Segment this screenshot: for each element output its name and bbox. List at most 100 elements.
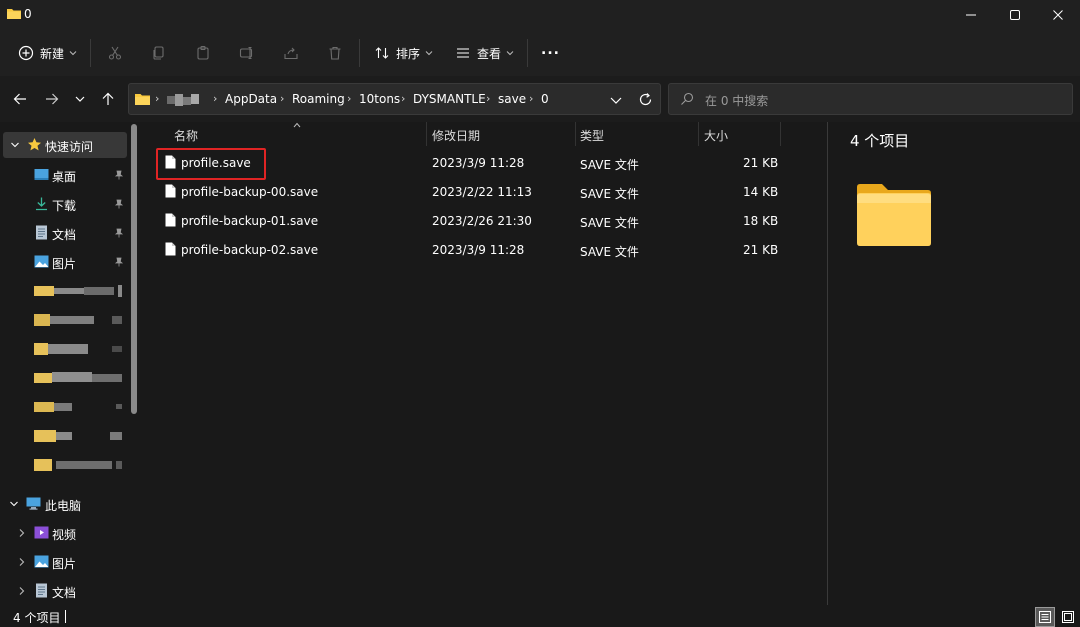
pin-icon	[114, 257, 124, 267]
sidebar-label-this-pc: 此电脑	[45, 499, 82, 513]
arrow-up-icon	[102, 92, 114, 105]
column-divider[interactable]	[780, 122, 781, 146]
sidebar-item-pictures[interactable]: 图片	[0, 249, 127, 275]
sidebar-item-downloads[interactable]: 下载	[0, 191, 127, 217]
copy-button[interactable]	[151, 39, 167, 67]
sort-button[interactable]: 排序	[374, 39, 433, 67]
sidebar-item-documents[interactable]: 文档	[0, 220, 127, 246]
file-size: 14 KB	[743, 185, 779, 199]
sidebar-item-videos[interactable]: 视频	[0, 520, 127, 546]
file-size: 21 KB	[743, 156, 779, 170]
list-view-icon	[457, 48, 469, 58]
pin-icon	[114, 228, 124, 238]
rename-icon	[239, 46, 253, 60]
large-icons-view-button[interactable]	[1058, 607, 1078, 627]
more-options-button[interactable]: ...	[541, 36, 560, 64]
file-type: SAVE 文件	[580, 187, 639, 201]
chevron-down-icon	[69, 51, 77, 56]
breadcrumb-separator: ›	[529, 92, 534, 105]
up-button[interactable]	[98, 89, 118, 109]
cut-button[interactable]	[107, 39, 123, 67]
file-row[interactable]: profile-backup-00.save 2023/2/22 11:13 S…	[146, 178, 827, 207]
file-size: 18 KB	[743, 214, 779, 228]
command-bar: 新建 排序 查看 ...	[0, 30, 1080, 76]
breadcrumb-save[interactable]: save	[498, 92, 526, 106]
file-row[interactable]: profile-backup-02.save 2023/3/9 11:28 SA…	[146, 236, 827, 265]
sidebar-label: 下载	[52, 199, 77, 213]
breadcrumb-dysmantle[interactable]: DYSMANTLE	[413, 92, 486, 106]
sidebar-item-redacted[interactable]	[0, 278, 127, 304]
sidebar-item-pc-pictures[interactable]: 图片	[0, 549, 127, 575]
rename-button[interactable]	[239, 39, 255, 67]
large-icons-view-icon	[1062, 611, 1074, 623]
sidebar-item-redacted[interactable]	[0, 336, 127, 362]
breadcrumb-0[interactable]: 0	[541, 92, 549, 106]
details-pane: 4 个项目	[828, 122, 1080, 605]
back-button[interactable]	[10, 89, 30, 109]
arrow-right-icon	[46, 93, 59, 105]
star-icon	[28, 138, 41, 151]
sidebar-scrollbar[interactable]	[131, 124, 137, 414]
sidebar-item-pc-documents[interactable]: 文档	[0, 578, 127, 604]
chevron-down-icon	[11, 142, 19, 148]
search-placeholder: 在 0 中搜索	[705, 94, 769, 108]
search-box[interactable]: 在 0 中搜索	[668, 83, 1073, 115]
details-view-button[interactable]	[1035, 607, 1055, 627]
view-button[interactable]: 查看	[455, 39, 514, 67]
toolbar-divider	[90, 39, 91, 67]
sidebar-item-quick-access[interactable]: 快速访问	[3, 132, 127, 158]
close-button[interactable]	[1036, 0, 1080, 30]
sidebar-item-redacted[interactable]	[0, 394, 127, 420]
pin-icon	[114, 170, 124, 180]
new-button[interactable]: 新建	[18, 39, 77, 67]
sidebar-item-redacted[interactable]	[0, 423, 127, 449]
breadcrumb-roaming[interactable]: Roaming	[292, 92, 345, 106]
navigation-pane: 快速访问 桌面 下载 文档 图片 此电脑 视频 图片 文档	[0, 122, 145, 605]
document-icon	[36, 583, 47, 598]
refresh-icon[interactable]	[638, 92, 653, 107]
folder-icon	[857, 184, 931, 246]
file-name: profile-backup-01.save	[181, 214, 319, 228]
address-bar[interactable]: › › AppData › Roaming › 10tons › DYSMANT…	[128, 83, 661, 115]
clipboard-icon	[197, 45, 209, 60]
column-header-size[interactable]: 大小	[704, 127, 728, 151]
file-name: profile-backup-02.save	[181, 243, 319, 257]
sidebar-item-this-pc[interactable]: 此电脑	[0, 491, 127, 517]
maximize-button[interactable]	[993, 0, 1037, 30]
recent-locations-button[interactable]	[70, 89, 90, 109]
column-divider[interactable]	[426, 122, 427, 146]
file-modified: 2023/2/26 21:30	[432, 214, 532, 228]
sidebar-item-redacted[interactable]	[0, 307, 127, 333]
share-button[interactable]	[283, 39, 299, 67]
sidebar-label: 图片	[52, 557, 77, 571]
highlight-box	[156, 148, 266, 180]
sidebar-item-desktop[interactable]: 桌面	[0, 162, 127, 188]
sidebar-item-redacted[interactable]	[0, 452, 127, 478]
file-icon	[165, 213, 176, 227]
chevron-down-icon	[75, 96, 85, 102]
file-row[interactable]: profile-backup-01.save 2023/2/26 21:30 S…	[146, 207, 827, 236]
file-modified: 2023/3/9 11:28	[432, 243, 525, 257]
column-header-modified[interactable]: 修改日期	[432, 127, 480, 151]
column-divider[interactable]	[698, 122, 699, 146]
chevron-right-icon	[19, 529, 25, 537]
breadcrumb-10tons[interactable]: 10tons	[359, 92, 400, 106]
close-icon	[1053, 10, 1063, 20]
minimize-button[interactable]	[949, 0, 993, 30]
chevron-down-icon[interactable]	[609, 93, 623, 107]
video-icon	[34, 526, 49, 539]
picture-icon	[34, 255, 49, 268]
file-modified: 2023/2/22 11:13	[432, 185, 532, 199]
document-icon	[36, 225, 47, 240]
view-label: 查看	[477, 46, 502, 61]
column-header-type[interactable]: 类型	[580, 127, 604, 151]
sidebar-label: 图片	[52, 257, 77, 271]
forward-button[interactable]	[42, 89, 62, 109]
paste-button[interactable]	[195, 39, 211, 67]
column-divider[interactable]	[575, 122, 576, 146]
breadcrumb-appdata[interactable]: AppData	[225, 92, 277, 106]
chevron-right-icon	[19, 558, 25, 566]
title-bar: 0	[0, 0, 1080, 30]
sidebar-item-redacted[interactable]	[0, 365, 127, 391]
delete-button[interactable]	[327, 39, 343, 67]
